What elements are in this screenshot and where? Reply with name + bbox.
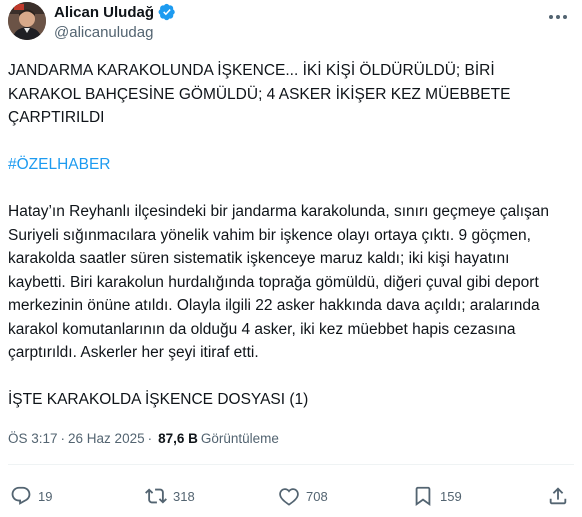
author-name-row: Alican Uludağ (54, 3, 176, 21)
tweet-footer-line: İŞTE KARAKOLDA İŞKENCE DOSYASI (1) (8, 391, 309, 408)
tweet-date[interactable]: 26 Haz 2025 (68, 431, 145, 446)
tweet-meta: ÖS 3:17 · 26 Haz 2025 · 87,6 B Görüntüle… (8, 431, 279, 446)
author-handle[interactable]: @alicanuludag (54, 24, 153, 41)
views-count: 87,6 B (158, 431, 198, 446)
meta-separator: · (147, 431, 153, 446)
divider (8, 464, 574, 465)
tweet-text: JANDARMA KARAKOLUNDA İŞKENCE... İKİ KİŞİ… (8, 59, 570, 412)
share-icon (549, 487, 567, 505)
reply-button[interactable]: 19 (10, 478, 52, 514)
bookmark-icon (415, 486, 431, 507)
like-icon (279, 488, 299, 506)
tweet-headline: JANDARMA KARAKOLUNDA İŞKENCE... İKİ KİŞİ… (8, 62, 511, 126)
author-name[interactable]: Alican Uludağ (54, 4, 154, 21)
hashtag-link[interactable]: #ÖZELHABER (8, 153, 570, 177)
reply-count: 19 (38, 488, 53, 504)
like-button[interactable]: 708 (278, 478, 328, 514)
share-button[interactable] (547, 478, 569, 514)
tweet-time[interactable]: ÖS 3:17 (8, 431, 58, 446)
tweet-body: Hatay’ın Reyhanlı ilçesindeki bir jandar… (8, 203, 550, 361)
more-icon[interactable] (546, 9, 570, 25)
tweet-header: Alican Uludağ @alicanuludag (0, 0, 582, 56)
bookmark-count: 159 (440, 488, 462, 504)
reply-icon (11, 486, 31, 505)
views-label: Görüntüleme (200, 431, 279, 446)
retweet-count: 318 (173, 488, 195, 504)
meta-separator: · (60, 431, 66, 446)
retweet-button[interactable]: 318 (145, 478, 195, 514)
avatar[interactable] (8, 2, 46, 40)
verified-icon (158, 3, 176, 21)
action-bar: 19 318 708 159 (0, 478, 582, 514)
like-count: 708 (306, 488, 328, 504)
bookmark-button[interactable]: 159 (412, 478, 462, 514)
retweet-icon (145, 488, 167, 504)
